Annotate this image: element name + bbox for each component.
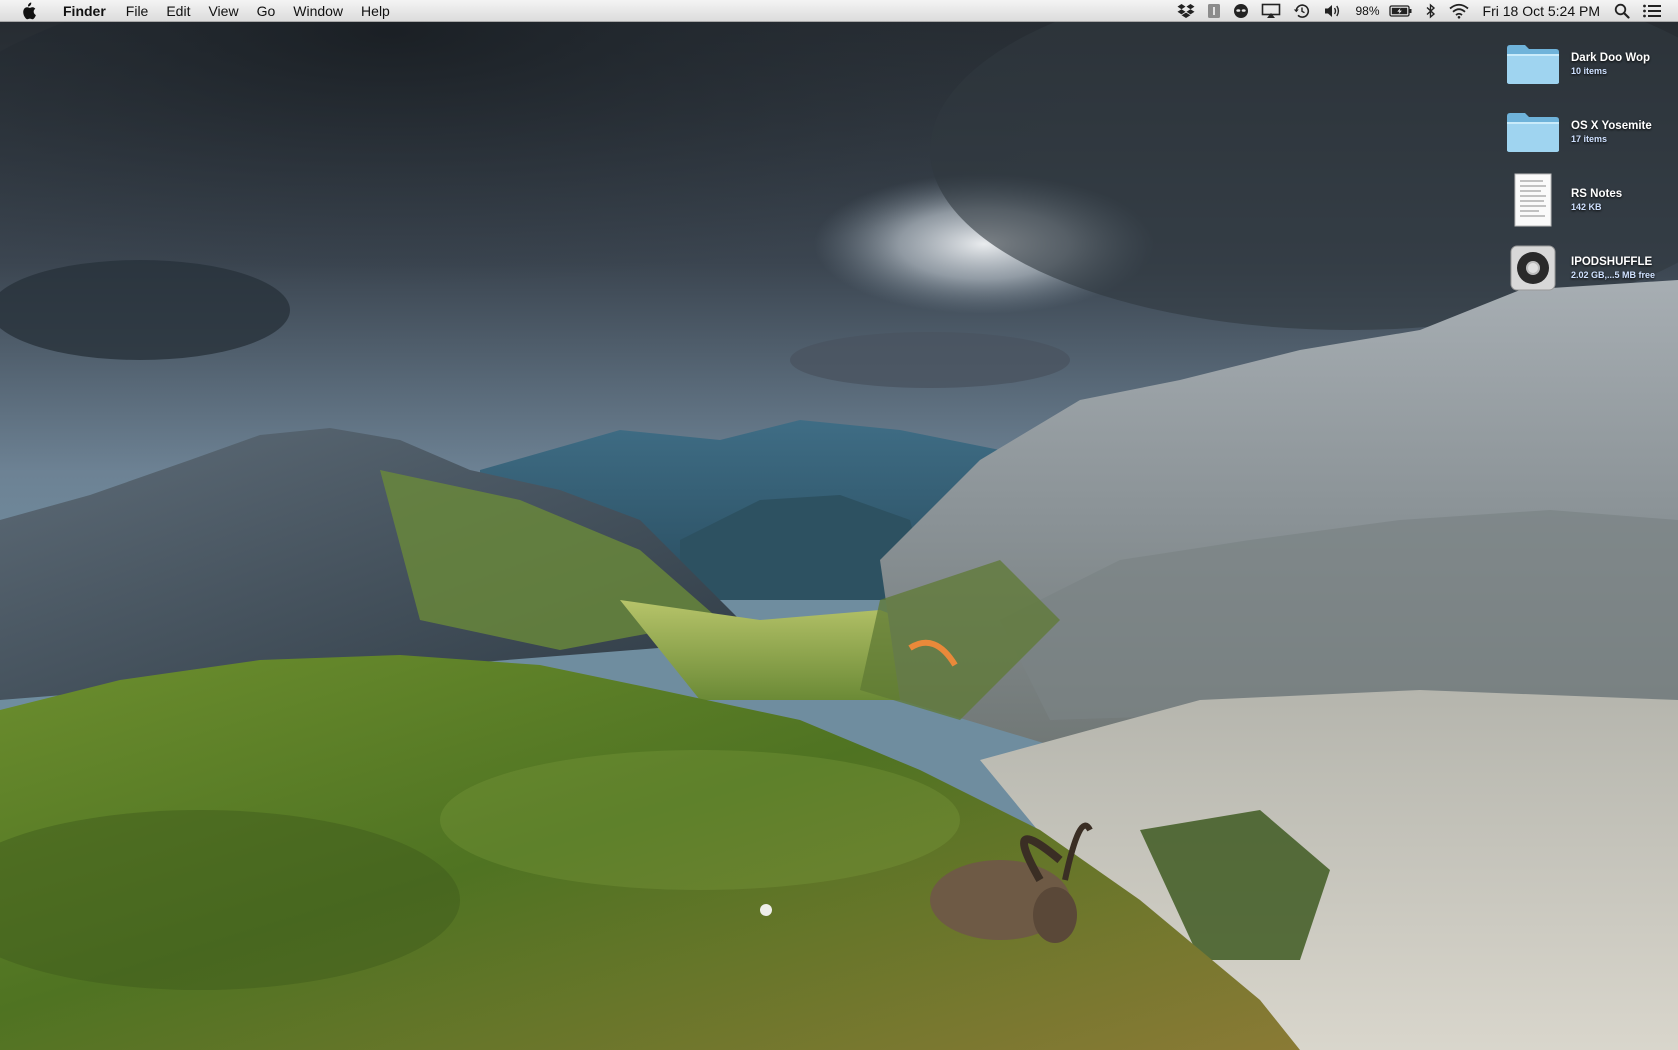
wifi-icon[interactable]: [1443, 0, 1475, 22]
volume-icon[interactable]: [1317, 0, 1349, 22]
notification-center-icon[interactable]: [1636, 0, 1668, 22]
menu-help[interactable]: Help: [352, 0, 399, 22]
time-machine-icon[interactable]: [1287, 0, 1317, 22]
folder-icon: [1503, 35, 1563, 93]
alien-icon[interactable]: [1227, 0, 1255, 22]
menu-edit[interactable]: Edit: [157, 0, 199, 22]
dropbox-icon[interactable]: [1171, 0, 1201, 22]
menu-file[interactable]: File: [117, 0, 158, 22]
desktop-item-os-x-yosemite[interactable]: OS X Yosemite 17 items: [1503, 102, 1678, 162]
desktop-item-dark-doo-wop[interactable]: Dark Doo Wop 10 items: [1503, 34, 1678, 94]
desktop-item-info: 2.02 GB,...5 MB free: [1571, 270, 1656, 280]
spotlight-search-icon[interactable]: [1608, 0, 1636, 22]
apple-icon[interactable]: [18, 2, 38, 20]
folder-icon: [1503, 103, 1563, 161]
menu-go[interactable]: Go: [248, 0, 285, 22]
ipod-shuffle-icon: [1503, 239, 1563, 297]
menu-finder[interactable]: Finder: [54, 0, 117, 22]
document-icon: [1503, 171, 1563, 229]
menu-bar-extras: 98% Fri 18 Oct 5:24 PM: [1171, 0, 1678, 22]
desktop-item-info: 10 items: [1571, 66, 1608, 76]
text-input-icon[interactable]: [1201, 0, 1227, 22]
desktop-item-info: 142 KB: [1571, 202, 1602, 212]
bluetooth-icon[interactable]: [1419, 0, 1443, 22]
menu-bar-left: Finder File Edit View Go Window Help: [0, 0, 399, 22]
desktop-item-name: Dark Doo Wop: [1571, 52, 1651, 64]
menu-window[interactable]: Window: [284, 0, 352, 22]
desktop-item-rs-notes[interactable]: RS Notes 142 KB: [1503, 170, 1678, 230]
menu-bar: Finder File Edit View Go Window Help 98%…: [0, 0, 1678, 22]
desktop-item-info: 17 items: [1571, 134, 1608, 144]
menu-bar-clock[interactable]: Fri 18 Oct 5:24 PM: [1475, 0, 1608, 22]
menu-view[interactable]: View: [199, 0, 247, 22]
desktop-item-ipodshuffle[interactable]: IPODSHUFFLE 2.02 GB,...5 MB free: [1503, 238, 1678, 298]
airplay-icon[interactable]: [1255, 0, 1287, 22]
desktop-item-name: OS X Yosemite: [1571, 120, 1652, 132]
battery-percent[interactable]: 98%: [1349, 0, 1382, 22]
desktop-item-name: IPODSHUFFLE: [1571, 256, 1653, 268]
desktop-wallpaper: [0, 0, 1678, 1050]
battery-charging-icon[interactable]: [1383, 0, 1419, 22]
desktop-item-name: RS Notes: [1571, 188, 1623, 200]
